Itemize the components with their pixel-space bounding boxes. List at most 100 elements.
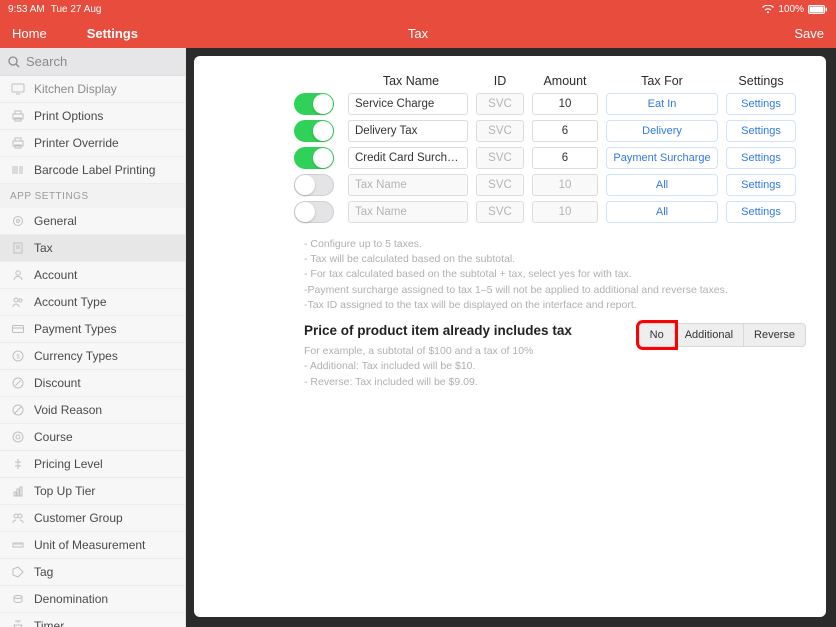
sidebar-item-course[interactable]: Course [0,424,185,451]
ruler-icon [10,537,26,553]
tax-for-button[interactable]: Delivery [606,120,718,142]
include-tax-segmented: No Additional Reverse [639,323,806,347]
sidebar-item-label: Payment Types [34,322,117,336]
seg-no[interactable]: No [639,323,675,347]
sidebar-item-currency-types[interactable]: $ Currency Types [0,343,185,370]
tax-id-input[interactable] [476,174,524,196]
sidebar-item-label: Account Type [34,295,107,309]
wifi-icon [762,5,774,14]
sidebar-item-discount[interactable]: Discount [0,370,185,397]
tax-settings-button[interactable]: Settings [726,120,796,142]
tax-name-input[interactable] [348,120,468,142]
tax-id-input[interactable] [476,201,524,223]
void-icon [10,402,26,418]
sidebar-item-label: Account [34,268,77,282]
note-line: -Payment surcharge assigned to tax 1–5 w… [304,283,806,298]
sidebar-item-label: Discount [34,376,81,390]
col-settings: Settings [726,74,796,88]
tax-name-input[interactable] [348,174,468,196]
printer-icon [10,135,26,151]
sidebar-item-label: Pricing Level [34,457,103,471]
tax-for-button[interactable]: All [606,174,718,196]
search-input[interactable]: Search [0,48,185,76]
monitor-icon [10,81,26,97]
sidebar-item-kitchen-display[interactable]: Kitchen Display [0,76,185,103]
col-tax-for: Tax For [606,74,718,88]
tax-notes: - Configure up to 5 taxes. - Tax will be… [304,237,806,313]
table-row: Payment Surcharge Settings [294,147,806,169]
sidebar-item-tax[interactable]: Tax [0,235,185,262]
tax-settings-button[interactable]: Settings [726,201,796,223]
sidebar-item-account-type[interactable]: Account Type [0,289,185,316]
example-line: - Additional: Tax included will be $10. [304,359,621,374]
tax-settings-button[interactable]: Settings [726,174,796,196]
sidebar-item-label: Print Options [34,109,103,123]
tax-for-button[interactable]: Eat In [606,93,718,115]
tax-toggle[interactable] [294,120,334,142]
note-line: - Tax will be calculated based on the su… [304,252,806,267]
tax-settings-button[interactable]: Settings [726,93,796,115]
sidebar-item-timer[interactable]: Timer [0,613,185,627]
tax-toggle[interactable] [294,93,334,115]
tax-id-input[interactable] [476,147,524,169]
tax-toggle[interactable] [294,174,334,196]
nav-settings[interactable]: Settings [87,26,138,41]
sidebar-item-top-up-tier[interactable]: Top Up Tier [0,478,185,505]
col-id: ID [476,74,524,88]
tax-name-input[interactable] [348,201,468,223]
tax-amount-input[interactable] [532,147,598,169]
tax-name-input[interactable] [348,93,468,115]
tax-amount-input[interactable] [532,174,598,196]
sidebar-item-customer-group[interactable]: Customer Group [0,505,185,532]
sidebar-item-account[interactable]: Account [0,262,185,289]
sidebar-item-denomination[interactable]: Denomination [0,586,185,613]
sidebar-item-label: Customer Group [34,511,123,525]
tier-icon [10,483,26,499]
timer-icon [10,618,26,627]
percent-icon [10,375,26,391]
tax-name-input[interactable] [348,147,468,169]
sidebar-list[interactable]: Kitchen Display Print Options Printer Ov… [0,76,185,627]
tax-amount-input[interactable] [532,93,598,115]
sidebar-item-pricing-level[interactable]: Pricing Level [0,451,185,478]
users-icon [10,294,26,310]
example-line: For example, a subtotal of $100 and a ta… [304,344,621,359]
sidebar-item-print-options[interactable]: Print Options [0,103,185,130]
note-line: - For tax calculated based on the subtot… [304,267,806,282]
tax-toggle[interactable] [294,147,334,169]
table-row: Eat In Settings [294,93,806,115]
tax-toggle[interactable] [294,201,334,223]
user-icon [10,267,26,283]
sidebar-item-printer-override[interactable]: Printer Override [0,130,185,157]
seg-additional[interactable]: Additional [675,323,744,347]
sidebar-item-barcode-label[interactable]: Barcode Label Printing [0,157,185,184]
sidebar-item-label: General [34,214,77,228]
note-line: - Configure up to 5 taxes. [304,237,806,252]
col-tax-name: Tax Name [348,74,468,88]
sidebar-item-payment-types[interactable]: Payment Types [0,316,185,343]
tax-amount-input[interactable] [532,201,598,223]
nav-bar: Home Settings Tax Save [0,18,836,48]
nav-home[interactable]: Home [12,26,47,41]
sidebar-item-label: Tax [34,241,53,255]
seg-reverse[interactable]: Reverse [744,323,806,347]
battery-icon [808,5,828,14]
nav-save-button[interactable]: Save [794,26,824,41]
sidebar-item-tag[interactable]: Tag [0,559,185,586]
tax-id-input[interactable] [476,120,524,142]
sidebar-item-label: Barcode Label Printing [34,163,155,177]
status-date: Tue 27 Aug [51,4,102,15]
tax-amount-input[interactable] [532,120,598,142]
printer-icon [10,108,26,124]
tax-id-input[interactable] [476,93,524,115]
tax-settings-button[interactable]: Settings [726,147,796,169]
tax-for-button[interactable]: Payment Surcharge [606,147,718,169]
sidebar-item-label: Kitchen Display [34,82,117,96]
table-row: Delivery Settings [294,120,806,142]
sidebar-item-general[interactable]: General [0,208,185,235]
sidebar-item-uom[interactable]: Unit of Measurement [0,532,185,559]
barcode-icon [10,162,26,178]
status-bar: 9:53 AM Tue 27 Aug 100% [0,0,836,18]
tax-for-button[interactable]: All [606,201,718,223]
sidebar-item-void-reason[interactable]: Void Reason [0,397,185,424]
